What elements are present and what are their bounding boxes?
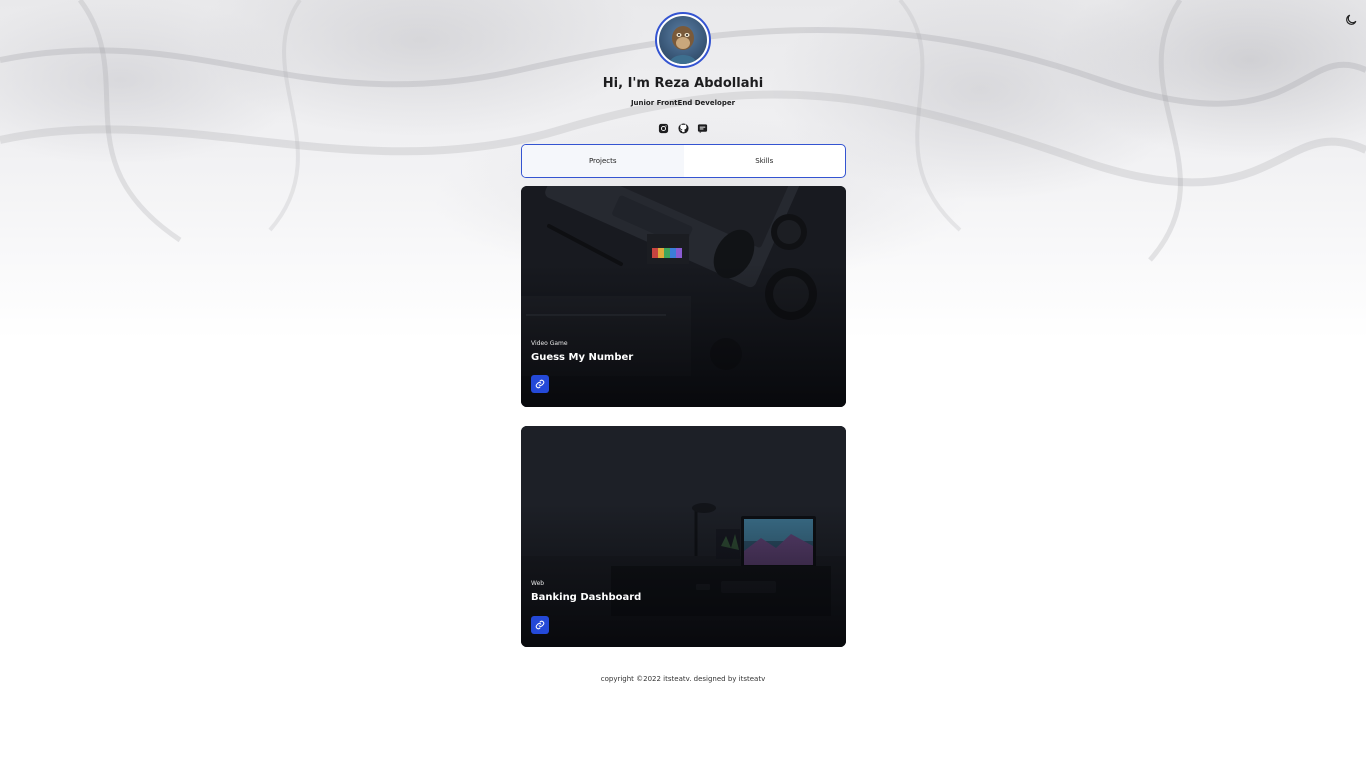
- link-icon: [535, 620, 545, 630]
- theme-toggle-button[interactable]: [1344, 12, 1360, 28]
- moon-icon: [1346, 14, 1357, 25]
- discord-icon[interactable]: [697, 119, 708, 134]
- project-title: Banking Dashboard: [531, 592, 642, 603]
- ape-avatar-icon: [659, 16, 707, 64]
- card-overlay: [521, 426, 846, 647]
- link-icon: [535, 379, 545, 389]
- project-category: Video Game: [531, 340, 568, 347]
- social-links: [658, 119, 708, 134]
- project-card-banking-dashboard: Web Banking Dashboard: [521, 426, 846, 647]
- card-overlay: [521, 186, 846, 407]
- page-subtitle: Junior FrontEnd Developer: [630, 99, 736, 107]
- instagram-icon[interactable]: [658, 119, 669, 134]
- tab-projects[interactable]: Projects: [522, 145, 684, 177]
- project-link-button[interactable]: [531, 616, 549, 634]
- project-link-button[interactable]: [531, 375, 549, 393]
- footer-copyright: copyright ©2022 itsteatv. designed by it…: [600, 675, 766, 683]
- github-icon[interactable]: [677, 119, 689, 134]
- avatar: [655, 12, 711, 68]
- tab-skills[interactable]: Skills: [684, 145, 846, 177]
- page-title: Hi, I'm Reza Abdollahi: [602, 76, 764, 91]
- project-card-guess-my-number: Video Game Guess My Number: [521, 186, 846, 407]
- project-title: Guess My Number: [531, 352, 634, 363]
- project-category: Web: [531, 580, 545, 587]
- tab-bar: Projects Skills: [521, 144, 846, 178]
